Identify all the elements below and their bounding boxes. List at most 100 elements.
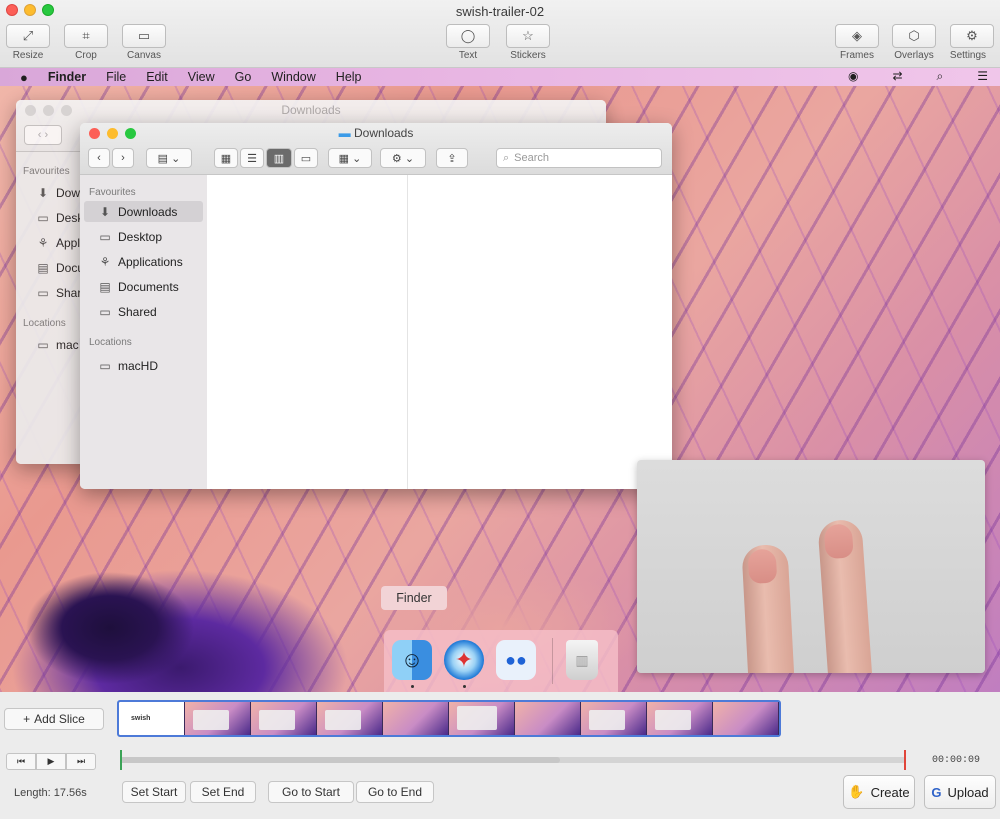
- upload-icon: G: [931, 784, 942, 800]
- skip-forward-button[interactable]: ⏭: [66, 753, 96, 770]
- list-view-button: ☰: [240, 148, 264, 168]
- menu-app-name: Finder: [47, 70, 87, 84]
- filmstrip-frame[interactable]: [449, 702, 515, 735]
- spotlight-search-icon: ⌕: [936, 69, 944, 83]
- plus-icon: +: [23, 712, 31, 726]
- frames-label: Frames: [840, 50, 874, 61]
- gallery-icon: ▭: [300, 152, 312, 165]
- editor-panel: + Add Slice swish ⏮ ▶ ⏭ 00:00:09 Length:…: [0, 692, 1000, 819]
- finger-image: [741, 543, 795, 673]
- dock: ☺ ✦ ●● ▥: [384, 630, 618, 692]
- favourites-header: Favourites: [23, 166, 70, 177]
- menu-help: Help: [335, 70, 362, 84]
- set-start-button[interactable]: Set Start: [122, 781, 186, 803]
- filmstrip-frame[interactable]: swish: [119, 702, 185, 735]
- safari-icon: ✦: [444, 640, 484, 680]
- dock-tooltip: Finder: [381, 586, 447, 610]
- canvas-icon: ▭: [137, 28, 151, 43]
- running-indicator: [463, 685, 466, 688]
- speech-bubble-icon: ◯: [460, 28, 476, 43]
- search-placeholder: Search: [514, 152, 550, 164]
- running-indicator: [411, 685, 414, 688]
- sidebar-item-downloads: ⬇ Downloads: [84, 201, 203, 222]
- sidebar-item-applications: ⚘ Applications: [99, 254, 183, 269]
- timeline-progress: [120, 757, 560, 763]
- go-to-start-button[interactable]: Go to Start: [268, 781, 354, 803]
- path-icon: ▤ ⌄: [157, 152, 181, 165]
- search-icon: ⌕: [503, 151, 510, 164]
- finder-back-title: Downloads: [281, 103, 341, 117]
- frames-button[interactable]: ◈: [835, 24, 879, 48]
- grid-icon: ▦: [220, 152, 232, 165]
- filmstrip-frame[interactable]: [713, 702, 779, 735]
- canvas-label: Canvas: [127, 50, 161, 61]
- action-button: ⚙ ⌄: [380, 148, 426, 168]
- create-button[interactable]: ✋ Create: [843, 775, 915, 809]
- path-button: ▤ ⌄: [146, 148, 192, 168]
- group-button: ▦ ⌄: [328, 148, 372, 168]
- filmstrip-frame[interactable]: [647, 702, 713, 735]
- set-end-button[interactable]: Set End: [190, 781, 256, 803]
- length-label: Length: 17.56s: [14, 787, 87, 799]
- filmstrip-frame[interactable]: [185, 702, 251, 735]
- download-icon: ⬇: [99, 204, 111, 219]
- finder-toolbar: ▬ Downloads ‹ › ▤ ⌄ ▦ ☰ ▥ ▭ ▦ ⌄ ⚙ ⌄ ⇪ ⌕ …: [80, 123, 672, 175]
- end-marker[interactable]: [904, 750, 906, 770]
- group-icon: ▦ ⌄: [338, 152, 362, 165]
- shared-folder-icon: ▭: [37, 285, 49, 300]
- window-title: swish-trailer-02: [455, 4, 545, 19]
- column-view-button: ▥: [266, 148, 292, 168]
- back-forward-buttons: ‹ ›: [24, 125, 62, 145]
- play-button[interactable]: ▶: [36, 753, 66, 770]
- desktop-icon: ▭: [99, 229, 111, 244]
- applications-icon: ⚘: [99, 254, 111, 269]
- desktop-icon: ▭: [37, 210, 49, 225]
- disk-icon: ▭: [37, 337, 49, 352]
- column-divider: [407, 175, 408, 489]
- filmstrip-frame[interactable]: [383, 702, 449, 735]
- crop-button[interactable]: ⌗: [64, 24, 108, 48]
- timeline-scrubber[interactable]: [120, 750, 906, 770]
- mac-menubar: ● Finder File Edit View Go Window Help ◉…: [0, 68, 1000, 86]
- upload-button[interactable]: G Upload: [924, 775, 996, 809]
- canvas-button[interactable]: ▭: [122, 24, 166, 48]
- download-icon: ⬇: [37, 185, 49, 200]
- settings-label: Settings: [949, 50, 987, 61]
- skip-forward-icon: ⏭: [76, 756, 86, 766]
- gallery-view-button: ▭: [294, 148, 318, 168]
- skip-back-icon: ⏮: [16, 756, 26, 766]
- resize-button[interactable]: ⤢: [6, 24, 50, 48]
- menubar-status-icons: ◉ ⇄ ⌕ ☰: [828, 69, 988, 84]
- filmstrip-frame[interactable]: [317, 702, 383, 735]
- stickers-button[interactable]: ☆: [506, 24, 550, 48]
- settings-button[interactable]: ⚙: [950, 24, 994, 48]
- go-to-end-button[interactable]: Go to End: [356, 781, 434, 803]
- filmstrip-frame[interactable]: [515, 702, 581, 735]
- video-preview: ● Finder File Edit View Go Window Help ◉…: [0, 68, 1000, 692]
- stickers-label: Stickers: [510, 50, 546, 61]
- add-slice-button[interactable]: + Add Slice: [4, 708, 104, 730]
- filmstrip[interactable]: swish: [117, 700, 781, 737]
- start-marker[interactable]: [120, 750, 122, 770]
- finder-icon: ☺: [392, 640, 432, 680]
- gear-icon: ⚙ ⌄: [391, 152, 415, 165]
- text-button[interactable]: ◯: [446, 24, 490, 48]
- star-icon: ☆: [522, 28, 534, 43]
- share-button: ⇪: [436, 148, 468, 168]
- filmstrip-frame[interactable]: [581, 702, 647, 735]
- skip-back-button[interactable]: ⏮: [6, 753, 36, 770]
- filmstrip-frame[interactable]: [251, 702, 317, 735]
- resize-icon: ⤢: [22, 28, 34, 43]
- menu-window: Window: [271, 70, 316, 84]
- overlays-label: Overlays: [894, 50, 934, 61]
- share-icon: ⇪: [447, 152, 457, 165]
- crop-icon: ⌗: [82, 28, 90, 43]
- list-icon: ☰: [977, 69, 988, 83]
- overlays-button[interactable]: ⬡: [892, 24, 936, 48]
- locations-header: Locations: [89, 337, 132, 348]
- sidebar-item-documents: ▤ Documents: [99, 279, 179, 294]
- back-button: ‹: [88, 148, 110, 168]
- apple-icon: ●: [20, 69, 28, 85]
- disk-icon: ▭: [99, 358, 111, 373]
- menu-edit: Edit: [146, 70, 168, 84]
